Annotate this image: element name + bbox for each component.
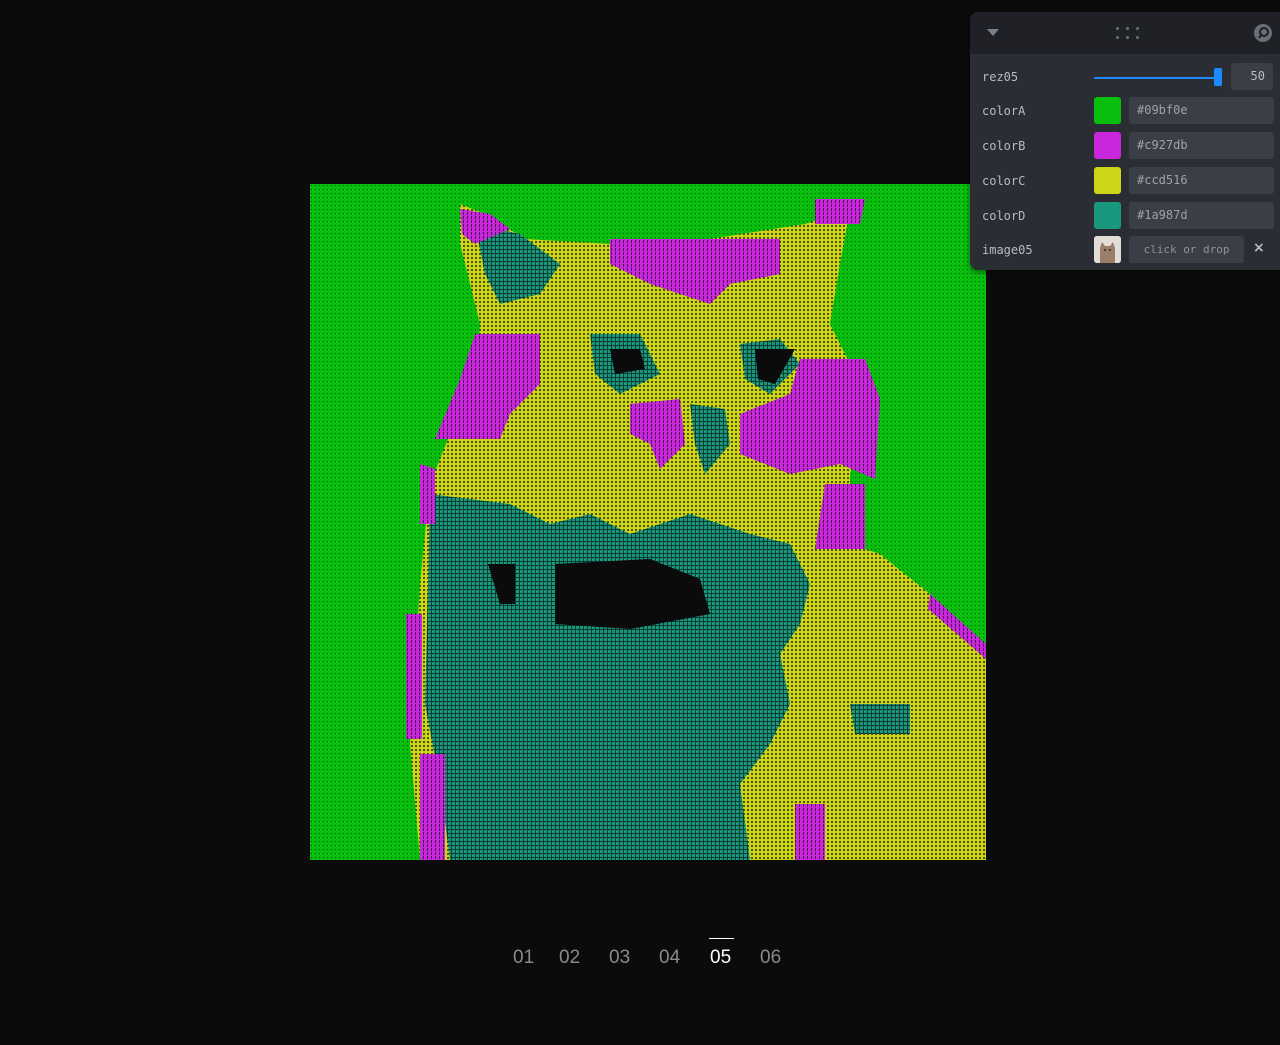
page-link-02[interactable]: 02 <box>559 947 580 969</box>
image05-drop-zone[interactable]: click or drop <box>1129 236 1244 263</box>
control-rez05: rez05 50 <box>970 63 1280 93</box>
page-link-05[interactable]: 05 <box>708 938 735 969</box>
collapse-triangle-icon[interactable] <box>987 29 999 36</box>
controls-panel: rez05 50 colorA #09bf0e colorB #c927db c… <box>970 12 1280 270</box>
cat-thumbnail-image <box>1094 236 1121 263</box>
cat-magenta-region-7 <box>420 464 435 524</box>
page-link-04[interactable]: 04 <box>659 947 680 969</box>
colorC-swatch[interactable] <box>1094 167 1121 194</box>
control-label-colorC: colorC <box>982 174 1026 188</box>
control-label-colorA: colorA <box>982 104 1026 118</box>
colorB-swatch[interactable] <box>1094 132 1121 159</box>
page-link-06[interactable]: 06 <box>760 947 781 969</box>
rez05-number-input[interactable]: 50 <box>1231 63 1273 90</box>
cat-magenta-region-8 <box>406 614 422 739</box>
cat-magenta-region-9 <box>420 754 445 860</box>
page-link-03[interactable]: 03 <box>609 947 630 969</box>
control-label-rez05: rez05 <box>982 70 1019 84</box>
drag-grip-icon[interactable] <box>1116 27 1140 41</box>
colorD-hex-input[interactable]: #1a987d <box>1129 202 1274 229</box>
control-colorC: colorC #ccd516 <box>970 167 1280 197</box>
control-label-colorD: colorD <box>982 209 1026 223</box>
control-label-image05: image05 <box>982 243 1033 257</box>
colorB-hex-input[interactable]: #c927db <box>1129 132 1274 159</box>
image05-thumbnail[interactable] <box>1094 236 1121 263</box>
colorD-swatch[interactable] <box>1094 202 1121 229</box>
cat-magenta-region-11 <box>795 804 825 860</box>
search-icon[interactable] <box>1254 24 1272 42</box>
control-colorA: colorA #09bf0e <box>970 97 1280 127</box>
control-label-colorB: colorB <box>982 139 1026 153</box>
control-image05: image05 click or drop × <box>970 236 1280 266</box>
colorA-hex-input[interactable]: #09bf0e <box>1129 97 1274 124</box>
page-link-01[interactable]: 01 <box>513 947 534 969</box>
pixel-art-canvas <box>310 184 986 860</box>
rez05-slider-knob[interactable] <box>1214 68 1222 86</box>
cat-teal-region-6 <box>850 704 910 734</box>
pixel-art-svg <box>310 184 986 860</box>
control-colorD: colorD #1a987d <box>970 202 1280 232</box>
colorA-swatch[interactable] <box>1094 97 1121 124</box>
panel-header[interactable] <box>970 12 1280 54</box>
colorC-hex-input[interactable]: #ccd516 <box>1129 167 1274 194</box>
rez05-slider-track[interactable] <box>1094 77 1218 79</box>
control-colorB: colorB #c927db <box>970 132 1280 162</box>
cat-magenta-region-3 <box>815 199 865 224</box>
image05-clear-icon[interactable]: × <box>1253 240 1265 256</box>
